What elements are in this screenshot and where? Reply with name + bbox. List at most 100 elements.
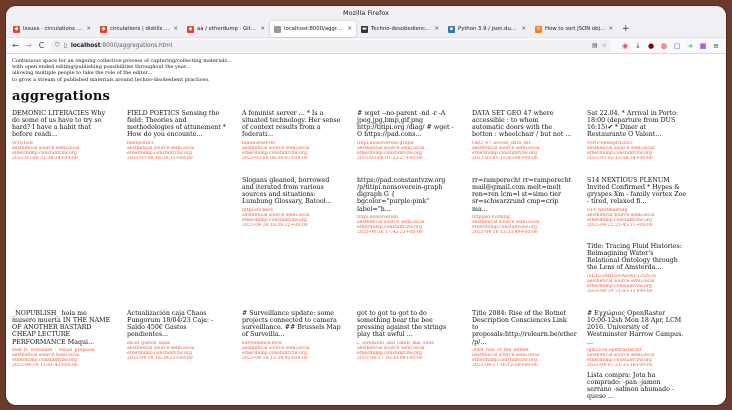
card-date: 2023-04-18 12:34:42+00:00 [242, 356, 308, 362]
close-icon[interactable]: ✕ [608, 26, 613, 32]
page-icon: ▬ [361, 25, 368, 33]
intro-text: Continuous space for an ongoing collecti… [12, 58, 720, 83]
aggregation-card[interactable]: Slogans gleaned, borrowed and iterated f… [242, 177, 342, 229]
forward-button[interactable]: → [25, 41, 32, 50]
tab-issues[interactable]: ◆Issues · circulations / aggr✕ [9, 21, 95, 37]
gitlab-icon: ◆ [187, 25, 194, 33]
card-title[interactable]: DEMONIC LITERACIES Why do some of us hav… [12, 110, 112, 139]
close-icon[interactable]: ✕ [86, 26, 91, 32]
new-tab-button[interactable]: + [618, 20, 634, 37]
aggregation-card[interactable]: DATA SET GEO 47 where accessible : to wh… [472, 110, 572, 162]
tab-aggregations[interactable]: localhost:8000/aggregation✕ [270, 21, 356, 37]
extension-toolbar: ◉ ↓ ● ◍ ▢ ➜ ▦ ≡ [621, 42, 720, 50]
aggregation-card[interactable]: # Εγχώριος OpenRaster 10:00-12sh Mon 18 … [587, 310, 687, 369]
card-date: 2023-04-19 11:01:43+00:00 [12, 363, 78, 369]
card-date: 2023-03-06 21:38:24+00:00 [12, 156, 78, 162]
extension-red-icon[interactable]: ◍ [660, 42, 668, 50]
aggregation-card[interactable]: # Surveillance update: some projects con… [242, 310, 342, 362]
window-titlebar: Mozilla Firefox [6, 6, 726, 20]
tab-sort-json[interactable]: ≡ How to sort JSON objects ✕ [531, 21, 617, 37]
card-title[interactable]: Title: Tracing Fluid Histories: Reimagin… [587, 243, 687, 272]
card-title[interactable]: Title 2084: Rise of the Botnet Descripti… [472, 310, 577, 346]
tab-techno-desobedience[interactable]: ▬Techno-desobedience – Li✕ [357, 21, 443, 37]
tab-etherdump[interactable]: ◆ aa / etherdump · GitLab ✕ [183, 21, 269, 37]
card-title[interactable]: Actualización caja Chaos Fungorum 18/04/… [127, 310, 227, 339]
card-title[interactable]: Sat 22.04. * Arrival in Porto: 18:00 (de… [587, 110, 687, 139]
card-title[interactable]: Slogans gleaned, borrowed and iterated f… [242, 177, 342, 206]
card-title[interactable]: # wget --no-parent -nd -r -A jpeg,jpg,bm… [357, 110, 457, 139]
extension-purple-icon[interactable]: ▦ [699, 42, 707, 50]
close-icon[interactable]: ✕ [521, 26, 526, 32]
aggregation-card[interactable]: https://pad.constantvzw.org /p/titipi.no… [357, 177, 457, 236]
aggregation-card[interactable]: rr=ramperecht rr=ramperecht mail@gmail.c… [472, 177, 572, 236]
close-icon[interactable]: ✕ [434, 26, 439, 32]
aggregation-card[interactable]: Lista compra: Jota ha comprado: -pan -ja… [587, 372, 687, 401]
card-date: 2023-04-26 18:28:22+00:00 [242, 223, 308, 229]
card-title[interactable]: DATA SET GEO 47 where accessible : to wh… [472, 110, 572, 139]
aggregation-card[interactable]: # wget --no-parent -nd -r -A jpeg,jpg,bm… [357, 110, 457, 162]
url-host: localhost [70, 42, 101, 49]
gitlab-icon: ◆ [13, 25, 20, 33]
reload-button[interactable]: C [38, 41, 45, 50]
card-title[interactable]: got to got to got to do something bear t… [357, 310, 457, 339]
card-title[interactable]: _NOPUBLISH_ hola me musero muerta IN THE… [12, 310, 112, 346]
tab-bar: ◆Issues · circulations / aggr✕ ◆circulat… [6, 20, 726, 38]
aggregation-card[interactable]: got to got to got to do something bear t… [357, 310, 457, 362]
aggregation-card[interactable]: DEMONIC LITERACIES Why do some of us hav… [12, 110, 112, 162]
close-icon[interactable]: ✕ [347, 26, 352, 32]
page-content: Continuous space for an ongoing collecti… [6, 54, 726, 402]
card-date: 2023-04-19 21:03:12+00:00 [587, 289, 653, 295]
aggregation-card[interactable]: Actualización caja Chaos Fungorum 18/04/… [127, 310, 227, 362]
card-date: 2023-03-08 08:34:07+00:00 [242, 156, 308, 162]
tab-distills[interactable]: ◆circulations | distills · GitL✕ [96, 21, 182, 37]
reader-view-icon[interactable]: ▤ [592, 42, 598, 49]
aggregation-card[interactable]: Sat 22.04. * Arrival in Porto: 18:00 (de… [587, 110, 687, 162]
page-icon [274, 25, 281, 33]
pocket-icon[interactable]: ◉ [621, 42, 629, 50]
card-title[interactable]: Lista compra: Jota ha comprado: -pan -ja… [587, 372, 687, 401]
card-date: 2023-03-08 07:23:27+00:00 [357, 156, 423, 162]
aggregation-card[interactable]: A feminist server ... * Is a situated te… [242, 110, 342, 162]
menu-icon[interactable]: ≡ [712, 42, 720, 50]
aggregation-card[interactable]: S14 NEXTIOUS PLENUM Invited Confirmed * … [587, 177, 687, 229]
card-title[interactable]: A feminist server ... * Is a situated te… [242, 110, 342, 139]
card-title[interactable]: rr=ramperecht rr=ramperecht mail@gmail.c… [472, 177, 572, 213]
card-date: 2023-04-26 13:23:49+00:00 [472, 230, 538, 236]
navigation-toolbar: ← → C ⛉ ▯ localhost:8000/aggregations.ht… [6, 38, 726, 54]
container-icon[interactable]: ▢ [673, 42, 681, 50]
python-icon: ▪ [448, 25, 455, 33]
close-icon[interactable]: ✕ [173, 26, 178, 32]
intro-line: to grow a stream of published materials … [12, 76, 210, 83]
card-title[interactable]: S14 NEXTIOUS PLENUM Invited Confirmed * … [587, 177, 687, 206]
ublock-icon[interactable]: ● [647, 42, 655, 50]
card-date: 2023-04-18 18:39:23+00:00 [127, 356, 193, 362]
aggregation-card[interactable]: _NOPUBLISH_ hola me musero muerta IN THE… [12, 310, 112, 369]
extension-green-icon[interactable]: ➜ [686, 42, 694, 50]
window-title: Mozilla Firefox [343, 9, 389, 17]
card-title[interactable]: FIELD POETICS Sensing the field: Theorie… [127, 110, 227, 139]
download-icon[interactable]: ↓ [634, 42, 642, 50]
tab-python-json[interactable]: ▪ Python 3.9 / json.dumps(✕ [444, 21, 530, 37]
card-title[interactable]: https://pad.constantvzw.org /p/titipi.no… [357, 177, 457, 213]
bookmark-star-icon[interactable]: ☆ [602, 42, 607, 49]
aggregation-card[interactable]: FIELD POETICS Sensing the field: Theorie… [127, 110, 227, 162]
page-info-icon[interactable]: ▯ [64, 42, 67, 49]
url-path: :8000/aggregations.html [100, 42, 173, 49]
shield-icon: ⛉ [55, 41, 60, 49]
close-icon[interactable]: ✕ [260, 26, 265, 32]
back-button[interactable]: ← [12, 41, 19, 50]
card-title[interactable]: # Εγχώριος OpenRaster 10:00-12sh Mon 18 … [587, 310, 687, 346]
card-date: 2023-03-08 18:34:15+00:00 [127, 156, 193, 162]
card-date: 2023-04-07 21:35:16+00:00 [587, 363, 653, 369]
card-date: 2023-04-26 17:42:23+00:00 [357, 230, 423, 236]
card-date: 2023-03-05 13:54:34+00:00 [587, 156, 653, 162]
aggregations-grid: DEMONIC LITERACIES Why do some of us hav… [12, 110, 720, 402]
url-bar[interactable]: ⛉ ▯ localhost:8000/aggregations.html ▤ ☆ [51, 39, 611, 52]
browser-window: Mozilla Firefox ◆ Issues · circulations /… [6, 6, 726, 405]
card-date: 2023-04-22 21:45:11+00:00 [587, 223, 653, 229]
card-date: 2023-03-05 15:45:08+00:00 [472, 156, 538, 162]
page-title: aggregations [12, 88, 111, 104]
aggregation-card[interactable]: Title: Tracing Fluid Histories: Reimagin… [587, 243, 687, 295]
aggregation-card[interactable]: Title 2084: Rise of the Botnet Descripti… [472, 310, 577, 369]
card-title[interactable]: # Surveillance update: some projects con… [242, 310, 342, 339]
